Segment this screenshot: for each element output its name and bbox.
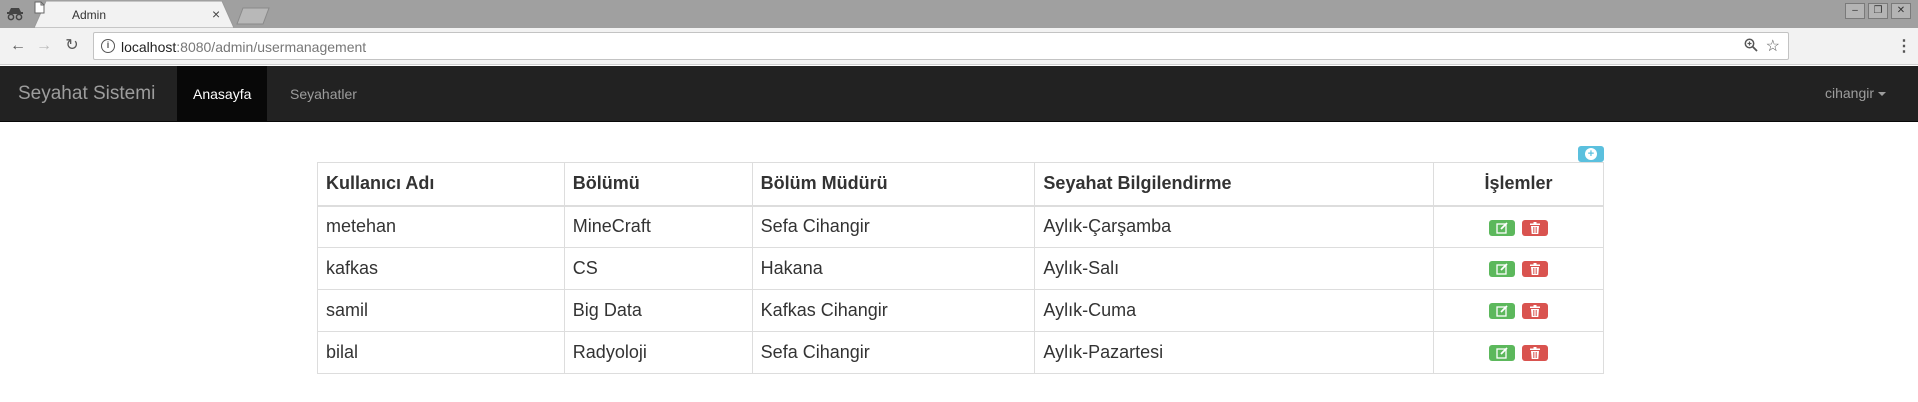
- browser-tabstrip: Admin × – ❐ ✕: [0, 0, 1918, 28]
- cell-username: samil: [317, 289, 565, 332]
- table-row: samil Big Data Kafkas Cihangir Aylık-Cum…: [317, 289, 1604, 332]
- add-user-button[interactable]: +: [1578, 146, 1604, 162]
- trash-icon: [1530, 263, 1541, 276]
- user-table: Kullanıcı Adı Bölümü Bölüm Müdürü Seyaha…: [317, 162, 1604, 374]
- back-icon[interactable]: ←: [8, 36, 28, 56]
- cell-manager: Kafkas Cihangir: [751, 289, 1036, 332]
- cell-username: bilal: [317, 331, 565, 374]
- close-window-icon[interactable]: ✕: [1891, 3, 1911, 19]
- nav-item-anasayfa[interactable]: Anasayfa: [177, 66, 268, 122]
- nav-item-seyahatler[interactable]: Seyahatler: [274, 66, 373, 122]
- incognito-icon: [7, 8, 23, 21]
- delete-button[interactable]: [1522, 261, 1549, 278]
- trash-icon: [1530, 305, 1541, 318]
- table-row: metehan MineCraft Sefa Cihangir Aylık-Ça…: [317, 205, 1604, 248]
- cell-department: Big Data: [563, 289, 753, 332]
- delete-button[interactable]: [1522, 345, 1549, 362]
- zoom-icon[interactable]: [1744, 38, 1758, 55]
- tab-close-icon[interactable]: ×: [212, 6, 220, 22]
- page-icon: [34, 1, 45, 14]
- forward-icon[interactable]: →: [34, 36, 54, 56]
- edit-icon: [1496, 347, 1508, 359]
- cell-username: kafkas: [317, 247, 565, 290]
- table-row: bilal Radyoloji Sefa Cihangir Aylık-Paza…: [317, 331, 1604, 374]
- bookmark-star-icon[interactable]: ☆: [1766, 36, 1780, 56]
- table-row: kafkas CS Hakana Aylık-Salı: [317, 247, 1604, 290]
- cell-actions: [1433, 247, 1604, 290]
- url-text: localhost:8080/admin/usermanagement: [121, 39, 366, 55]
- user-dropdown[interactable]: cihangir: [1825, 85, 1886, 101]
- edit-button[interactable]: [1489, 303, 1516, 320]
- cell-department: MineCraft: [563, 205, 753, 248]
- edit-button[interactable]: [1489, 345, 1516, 362]
- brand-link[interactable]: Seyahat Sistemi: [18, 83, 155, 105]
- cell-manager: Hakana: [751, 247, 1036, 290]
- edit-icon: [1496, 305, 1508, 317]
- cell-department: Radyoloji: [563, 331, 753, 374]
- cell-travel-info: Aylık-Cuma: [1034, 289, 1435, 332]
- user-name: cihangir: [1824, 85, 1874, 101]
- table-header-row: Kullanıcı Adı Bölümü Bölüm Müdürü Seyaha…: [317, 162, 1604, 207]
- app-navbar: Seyahat Sistemi Anasayfa Seyahatler ciha…: [0, 66, 1918, 122]
- browser-menu-icon[interactable]: ⋮: [1896, 36, 1912, 56]
- tab-title: Admin: [72, 8, 107, 22]
- delete-button[interactable]: [1522, 303, 1549, 320]
- edit-button[interactable]: [1489, 261, 1516, 278]
- edit-icon: [1496, 263, 1508, 275]
- browser-tab-admin[interactable]: Admin ×: [34, 1, 234, 28]
- cell-travel-info: Aylık-Salı: [1034, 247, 1435, 290]
- cell-actions: [1433, 331, 1604, 374]
- cell-actions: [1433, 289, 1604, 332]
- header-username: Kullanıcı Adı: [317, 162, 565, 207]
- new-tab-button[interactable]: [236, 7, 270, 25]
- cell-actions: [1433, 205, 1604, 248]
- cell-manager: Sefa Cihangir: [751, 331, 1036, 374]
- header-actions: İşlemler: [1433, 162, 1604, 207]
- plus-circle-icon: +: [1585, 148, 1597, 160]
- restore-icon[interactable]: ❐: [1868, 3, 1888, 19]
- edit-button[interactable]: [1489, 219, 1516, 236]
- caret-down-icon: [1878, 92, 1886, 97]
- trash-icon: [1530, 221, 1541, 234]
- minimize-icon[interactable]: –: [1845, 3, 1865, 19]
- reload-icon[interactable]: ↻: [62, 36, 82, 56]
- cell-travel-info: Aylık-Pazartesi: [1034, 331, 1435, 374]
- cell-department: CS: [563, 247, 753, 290]
- header-department: Bölümü: [563, 162, 753, 207]
- info-icon[interactable]: i: [101, 39, 115, 53]
- url-path: :8080/admin/usermanagement: [176, 39, 367, 55]
- header-travel-info: Seyahat Bilgilendirme: [1034, 162, 1435, 207]
- url-host: localhost: [121, 39, 177, 55]
- delete-button[interactable]: [1522, 219, 1549, 236]
- header-manager: Bölüm Müdürü: [751, 162, 1036, 207]
- cell-travel-info: Aylık-Çarşamba: [1034, 205, 1435, 248]
- cell-username: metehan: [317, 205, 565, 248]
- address-bar[interactable]: i localhost:8080/admin/usermanagement ☆: [93, 32, 1789, 60]
- cell-manager: Sefa Cihangir: [751, 205, 1036, 248]
- edit-icon: [1496, 221, 1508, 234]
- browser-toolbar: ← → ↻ i localhost:8080/admin/usermanagem…: [0, 28, 1918, 65]
- trash-icon: [1530, 347, 1541, 360]
